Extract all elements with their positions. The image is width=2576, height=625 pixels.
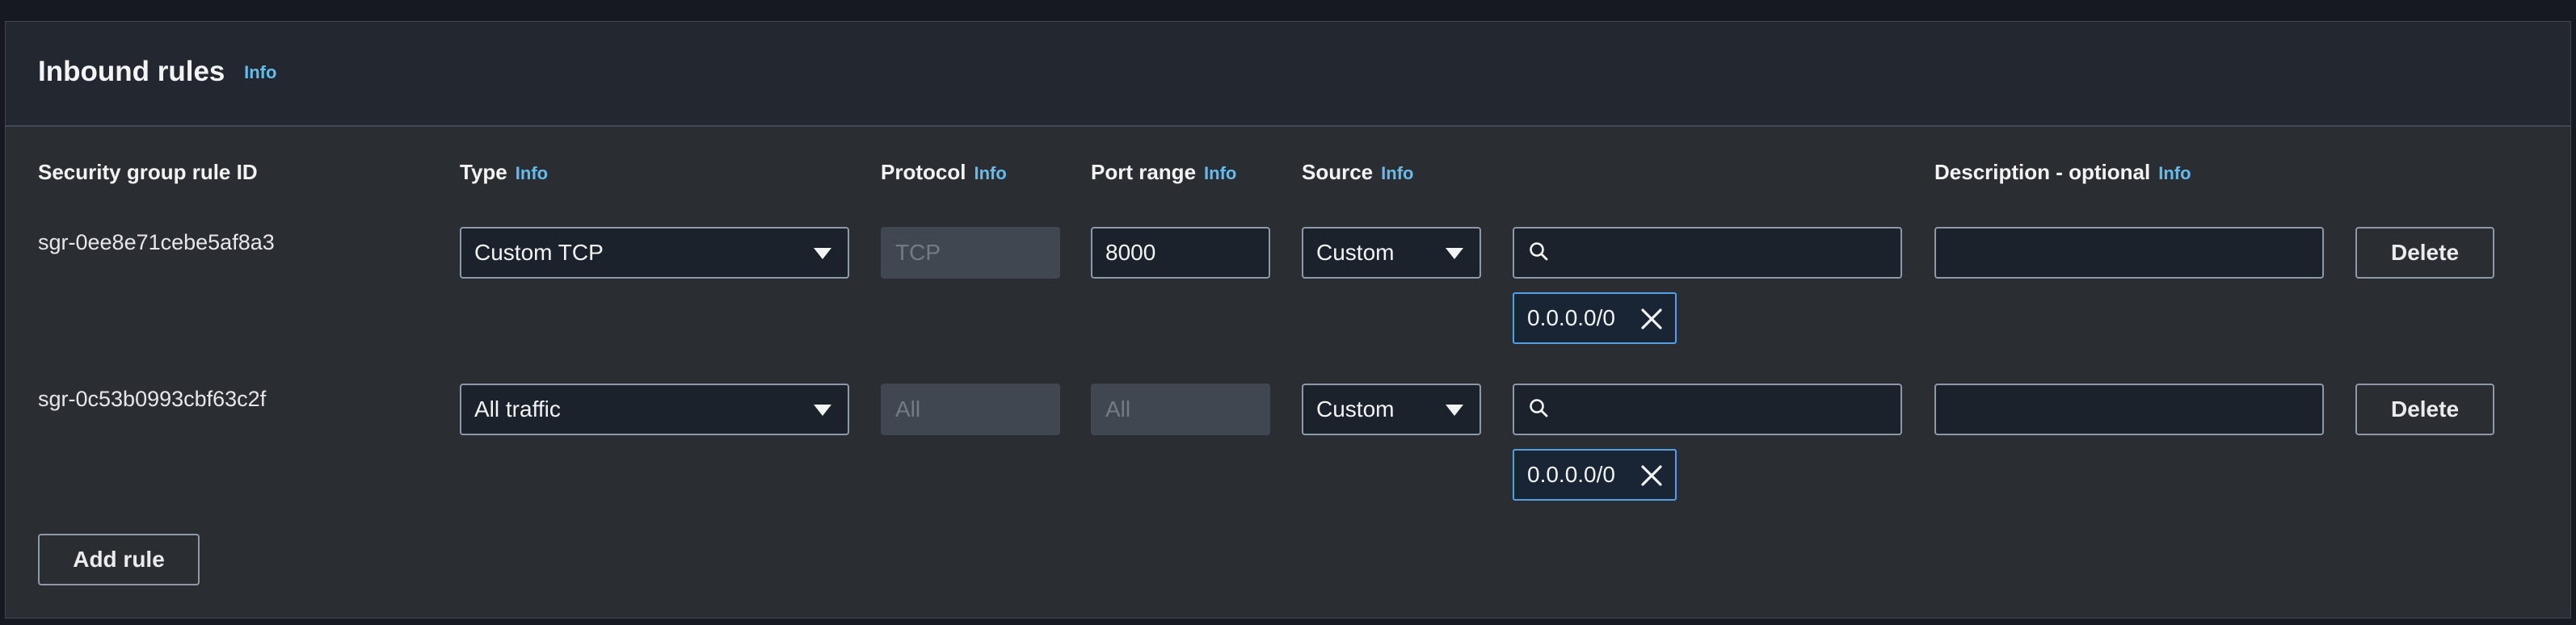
source-token: 0.0.0.0/0 [1513, 292, 1677, 344]
search-icon [1530, 242, 1548, 261]
protocol-field: TCP [881, 227, 1060, 279]
col-header-protocol-label: Protocol [881, 160, 966, 184]
caret-down-icon [814, 248, 831, 259]
rule-id: sgr-0ee8e71cebe5af8a3 [38, 230, 275, 254]
port-range-info-link[interactable]: Info [1204, 163, 1236, 183]
inbound-rules-panel: Inbound rules Info Security group rule I… [5, 21, 2571, 619]
source-select-value: Custom [1316, 396, 1395, 422]
col-header-protocol: Protocol Info [881, 160, 1007, 185]
close-icon[interactable] [1639, 464, 1664, 488]
source-select[interactable]: Custom [1302, 384, 1481, 435]
source-token: 0.0.0.0/0 [1513, 449, 1677, 501]
description-input[interactable] [1934, 227, 2324, 279]
col-header-description-label: Description - optional [1934, 160, 2151, 184]
col-header-type-label: Type [460, 160, 507, 184]
col-header-source-label: Source [1302, 160, 1374, 184]
source-search-input[interactable] [1513, 384, 1902, 435]
source-select-value: Custom [1316, 240, 1395, 265]
source-token-label: 0.0.0.0/0 [1527, 462, 1615, 487]
description-input[interactable] [1934, 384, 2324, 435]
col-header-port-range-label: Port range [1091, 160, 1197, 184]
search-icon [1530, 399, 1548, 417]
col-header-type: Type Info [460, 160, 548, 185]
rule-id: sgr-0c53b0993cbf63c2f [38, 387, 267, 411]
col-header-description: Description - optional Info [1934, 160, 2191, 185]
caret-down-icon [1446, 405, 1463, 416]
description-info-link[interactable]: Info [2158, 163, 2191, 183]
port-range-input[interactable]: 8000 [1091, 227, 1270, 279]
protocol-info-link[interactable]: Info [974, 163, 1006, 183]
close-icon[interactable] [1639, 307, 1664, 331]
protocol-field: All [881, 384, 1060, 435]
col-header-source: Source Info [1302, 160, 1413, 185]
col-header-port-range: Port range Info [1091, 160, 1236, 185]
source-search-input[interactable] [1513, 227, 1902, 279]
type-select[interactable]: Custom TCP [460, 227, 849, 279]
add-rule-button[interactable]: Add rule [38, 534, 200, 585]
source-select[interactable]: Custom [1302, 227, 1481, 279]
section-title-text: Inbound rules [38, 56, 225, 87]
delete-button[interactable]: Delete [2355, 227, 2494, 279]
caret-down-icon [814, 405, 831, 416]
type-info-link[interactable]: Info [516, 163, 548, 183]
caret-down-icon [1446, 248, 1463, 259]
port-range-field: All [1091, 384, 1270, 435]
section-title: Inbound rules Info [38, 56, 276, 88]
type-select-value: Custom TCP [474, 240, 604, 265]
type-select-value: All traffic [474, 396, 561, 422]
source-info-link[interactable]: Info [1381, 163, 1413, 183]
delete-button[interactable]: Delete [2355, 384, 2494, 435]
col-header-rule-id-label: Security group rule ID [38, 160, 258, 184]
source-token-label: 0.0.0.0/0 [1527, 305, 1615, 330]
col-header-rule-id: Security group rule ID [38, 160, 258, 185]
panel-header: Inbound rules Info [6, 22, 2570, 127]
section-info-link[interactable]: Info [244, 62, 276, 82]
type-select[interactable]: All traffic [460, 384, 849, 435]
